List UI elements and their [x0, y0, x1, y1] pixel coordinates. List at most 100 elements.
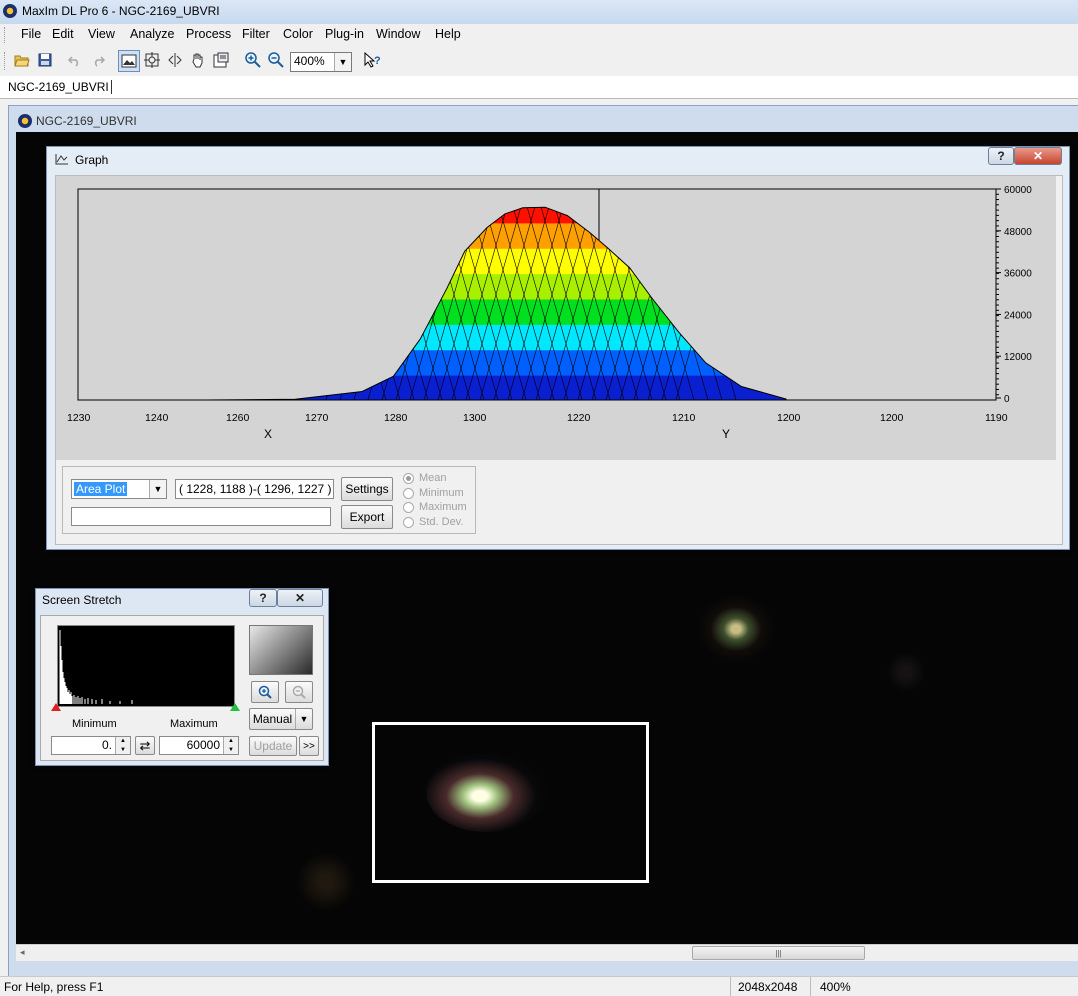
star-blob — [696, 594, 776, 664]
area-plot: 60000 48000 36000 24000 12000 0 1230 1240 1260 12… — [67, 185, 1032, 441]
menu-color[interactable]: Color — [281, 27, 315, 41]
radio-mean[interactable]: Mean — [403, 472, 447, 484]
menu-filter[interactable]: Filter — [240, 27, 272, 41]
undo-icon[interactable] — [65, 50, 85, 70]
screen-stretch-window: Screen Stretch ? ✕ Minimum Maximum 0. ▲ ▼… — [35, 588, 329, 766]
graph-close-button[interactable]: ✕ — [1014, 147, 1062, 165]
scroll-thumb[interactable]: ||| — [692, 946, 865, 960]
region-coordinates-field[interactable]: ( 1228, 1188 )-( 1296, 1227 ) — [175, 479, 334, 499]
image-mode-icon[interactable] — [118, 50, 140, 72]
document-tab[interactable]: NGC-2169_UBVRI — [8, 80, 109, 94]
max-label: Maximum — [170, 718, 218, 730]
menu-view[interactable]: View — [86, 27, 117, 41]
x-tick-label: 1230 — [67, 412, 91, 424]
x-tick-label: 1280 — [384, 412, 408, 424]
settings-button[interactable]: Settings — [341, 477, 393, 501]
swap-button[interactable]: ⇄ — [135, 736, 155, 755]
redo-icon[interactable] — [88, 50, 108, 70]
surface-bands — [206, 207, 786, 401]
plot-type-select[interactable]: Area Plot ▼ — [71, 479, 167, 499]
faint-star — [296, 852, 356, 912]
hand-icon[interactable] — [188, 50, 208, 70]
surface-band — [206, 349, 786, 376]
stretch-close-button[interactable]: ✕ — [277, 589, 323, 607]
menu-window[interactable]: Window — [374, 27, 422, 41]
menu-edit[interactable]: Edit — [50, 27, 76, 41]
toolbar-grip — [4, 52, 8, 70]
svg-text:?: ? — [374, 55, 381, 67]
mesh-line — [325, 207, 387, 401]
split-icon[interactable] — [165, 50, 185, 70]
more-button[interactable]: >> — [299, 736, 319, 756]
status-help-text: For Help, press F1 — [4, 980, 104, 994]
menu-plugin[interactable]: Plug-in — [323, 27, 366, 41]
surface-band — [206, 323, 786, 351]
context-help-icon[interactable]: ? — [362, 50, 382, 70]
faint-star — [886, 652, 926, 692]
info-icon[interactable] — [211, 50, 231, 70]
horizontal-scrollbar[interactable]: ◂ ||| — [16, 944, 1078, 961]
mesh-line — [325, 207, 387, 401]
y-tick-label: 24000 — [1004, 310, 1032, 321]
chevron-down-icon[interactable]: ▼ — [334, 53, 351, 71]
chevron-down-icon[interactable]: ▼ — [149, 480, 166, 498]
status-divider — [730, 977, 731, 996]
histogram-bars — [59, 630, 133, 704]
menu-grip — [4, 27, 8, 43]
radio-minimum[interactable]: Minimum — [403, 487, 464, 499]
minimum-value: 0. — [101, 738, 112, 752]
stretch-zoom-in-icon[interactable] — [251, 681, 279, 703]
max-spinner[interactable]: ▲ ▼ — [223, 737, 238, 754]
menu-process[interactable]: Process — [184, 27, 233, 41]
zoom-value: 400% — [294, 54, 325, 68]
graph-title: Graph — [75, 153, 109, 167]
minimum-field[interactable]: 0. ▲ ▼ — [51, 736, 131, 755]
chevron-down-icon[interactable]: ▼ — [295, 709, 312, 729]
document-tabs: NGC-2169_UBVRI — [0, 76, 1078, 99]
min-spinner[interactable]: ▲ ▼ — [115, 737, 130, 754]
radio-maximum[interactable]: Maximum — [403, 501, 467, 513]
update-button[interactable]: Update — [249, 736, 297, 756]
x-axis-label: X — [264, 427, 272, 441]
zoom-select[interactable]: 400% ▼ — [290, 52, 352, 72]
maximum-field[interactable]: 60000 ▲ ▼ — [159, 736, 239, 755]
zoom-in-icon[interactable] — [243, 50, 263, 70]
stretch-preview — [249, 625, 313, 675]
stretch-mode-select[interactable]: Manual ▼ — [249, 708, 313, 730]
export-button[interactable]: Export — [341, 505, 393, 529]
maximum-value: 60000 — [186, 738, 220, 752]
status-zoom: 400% — [820, 980, 851, 994]
surface-band — [206, 222, 786, 249]
stretch-zoom-out-icon[interactable] — [285, 681, 313, 703]
menu-analyze[interactable]: Analyze — [128, 27, 176, 41]
radio-std-dev[interactable]: Std. Dev. — [403, 516, 463, 528]
x-tick-label: 1260 — [226, 412, 250, 424]
y-tick-label: 36000 — [1004, 269, 1032, 280]
graph-window: Graph ? ✕ 60000 48000 36000 24000 12000 0 1230… — [46, 146, 1070, 550]
max-marker-icon[interactable] — [230, 703, 240, 711]
graph-help-button[interactable]: ? — [988, 147, 1014, 165]
y-tick-label: 0 — [1004, 394, 1010, 405]
graph-status-field[interactable] — [71, 507, 331, 526]
status-divider — [810, 977, 811, 996]
x-tick-label: 1200 — [880, 412, 904, 424]
selection-rectangle[interactable] — [372, 722, 649, 883]
x-tick-label: 1220 — [567, 412, 591, 424]
mesh-line — [339, 207, 401, 401]
tab-separator — [111, 80, 112, 94]
zoom-out-icon[interactable] — [266, 50, 286, 70]
crosshair-icon[interactable] — [142, 50, 162, 70]
y-tick-label: 48000 — [1004, 227, 1032, 238]
min-marker-icon[interactable] — [51, 703, 61, 711]
stretch-help-button[interactable]: ? — [249, 589, 277, 607]
x-tick-label: 1190 — [985, 412, 1008, 424]
x-tick-label: 1300 — [463, 412, 487, 424]
scroll-left-icon[interactable]: ◂ — [20, 947, 25, 958]
histogram — [57, 625, 235, 707]
app-logo-icon — [3, 4, 17, 18]
open-folder-icon[interactable] — [12, 50, 32, 70]
plot-type-value: Area Plot — [74, 482, 128, 496]
save-icon[interactable] — [35, 50, 55, 70]
menu-file[interactable]: File — [19, 27, 43, 41]
menu-help[interactable]: Help — [433, 27, 463, 41]
